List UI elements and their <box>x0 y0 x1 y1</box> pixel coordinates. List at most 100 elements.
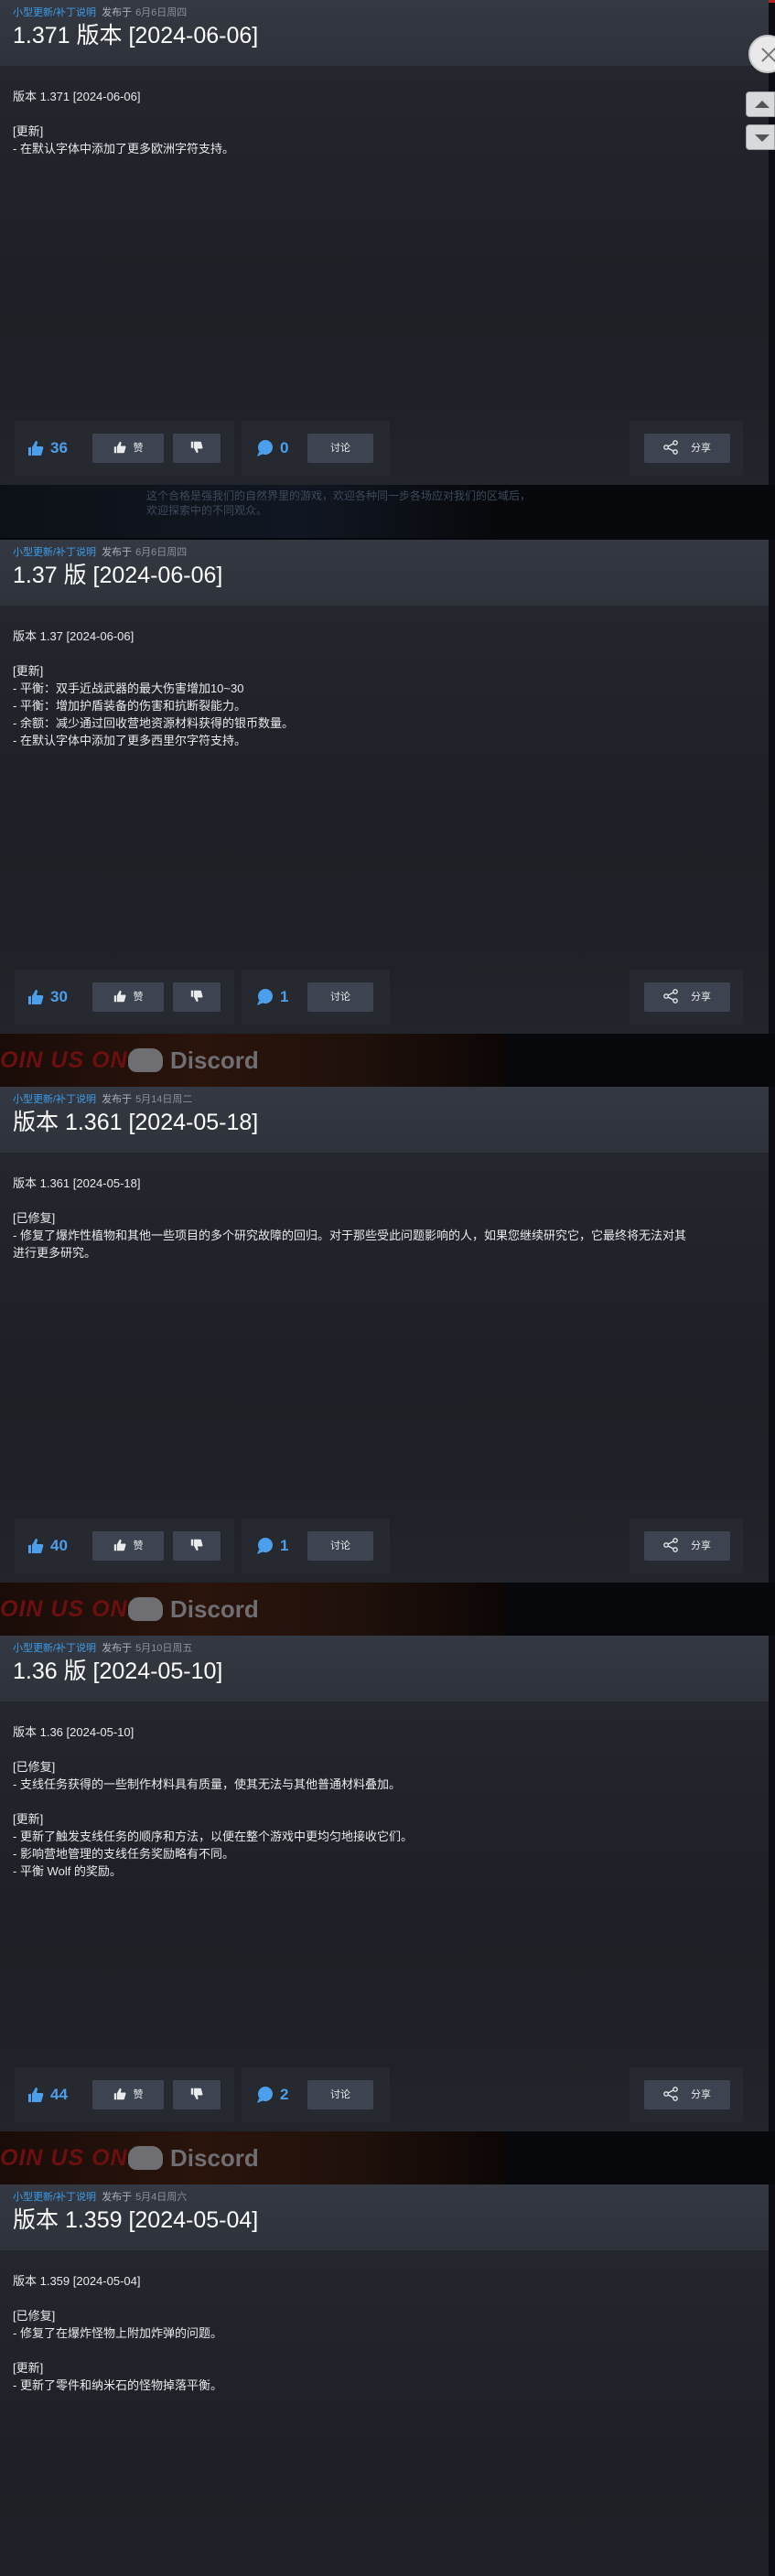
body-line: 版本 1.359 [2024-05-04] <box>13 2274 141 2288</box>
share-icon <box>663 1538 678 1552</box>
post-body: 版本 1.371 [2024-06-06] [更新] - 在默认字体中添加了更多… <box>0 66 769 404</box>
discord-banner[interactable]: OIN US ON Discord <box>0 1034 775 1087</box>
share-icon <box>663 2087 678 2101</box>
share-icon <box>663 989 678 1004</box>
thumbs-up-icon <box>113 2088 126 2100</box>
like-button[interactable]: 赞 <box>92 982 164 1012</box>
like-button[interactable]: 赞 <box>92 2080 164 2109</box>
discuss-button[interactable]: 讨论 <box>307 1531 373 1561</box>
thumbs-down-icon <box>190 990 203 1003</box>
body-line: 版本 1.36 [2024-05-10] <box>13 1725 135 1739</box>
published-label: 发布于 <box>102 2192 133 2203</box>
share-panel: 分享 <box>630 970 743 1025</box>
post-actions: 30 赞 1 讨论 分享 <box>0 946 769 1034</box>
scroll-up-icon[interactable] <box>746 91 775 117</box>
vote-panel: 40 赞 <box>15 1519 234 1573</box>
scroll-down-icon[interactable] <box>746 124 775 150</box>
post-body: 版本 1.36 [2024-05-10] [已修复] - 支线任务获得的一些制作… <box>0 1701 769 2040</box>
discord-icon <box>128 2146 163 2171</box>
share-button[interactable]: 分享 <box>644 2080 730 2109</box>
join-text: OIN US ON <box>0 2145 128 2171</box>
post-date: 5月10日周五 <box>135 1643 193 1654</box>
post-title[interactable]: 版本 1.359 [2024-05-04] <box>13 2206 756 2234</box>
share-label: 分享 <box>691 992 711 1003</box>
like-label: 赞 <box>133 1540 144 1551</box>
post-meta: 小型更新/补丁说明 发布于 6月6日周四 <box>13 545 756 560</box>
share-label: 分享 <box>691 2089 711 2100</box>
discord-label: Discord <box>170 1046 259 1074</box>
body-line: - 在默认字体中添加了更多西里尔字符支持。 <box>13 734 246 747</box>
published-label: 发布于 <box>102 1643 133 1654</box>
published-label: 发布于 <box>102 1094 133 1105</box>
thumbs-down-icon <box>190 2088 203 2100</box>
announcement-card: 小型更新/补丁说明 发布于 6月6日周四 1.37 版 [2024-06-06] 版… <box>0 540 769 1034</box>
discuss-button[interactable]: 讨论 <box>307 2080 373 2109</box>
between-strip: 这个合格是强我们的自然界里的游戏，欢迎各种同一步各场应对我们的区域后， 欢迎探索… <box>0 485 775 540</box>
post-title[interactable]: 1.371 版本 [2024-06-06] <box>13 22 756 49</box>
discord-icon <box>128 1597 163 1622</box>
like-button[interactable]: 赞 <box>92 1531 164 1561</box>
thumbs-up-icon <box>28 2088 44 2102</box>
post-category-link[interactable]: 小型更新/补丁说明 <box>13 1094 96 1105</box>
announcement-card: 小型更新/补丁说明 发布于 6月6日周四 1.371 版本 [2024-06-06]… <box>0 0 769 485</box>
post-title[interactable]: 版本 1.361 [2024-05-18] <box>13 1109 756 1136</box>
like-count: 36 <box>50 439 68 456</box>
post-title[interactable]: 1.36 版 [2024-05-10] <box>13 1658 756 1685</box>
body-line: - 更新了零件和纳米石的怪物掉落平衡。 <box>13 2378 222 2392</box>
discord-banner[interactable]: OIN US ON Discord <box>0 2131 775 2184</box>
like-count: 44 <box>50 2086 68 2103</box>
post-date: 5月4日周六 <box>135 2192 188 2203</box>
post-meta: 小型更新/补丁说明 发布于 5月10日周五 <box>13 1641 756 1656</box>
dislike-button[interactable] <box>173 434 221 463</box>
discuss-button[interactable]: 讨论 <box>307 982 373 1012</box>
share-button[interactable]: 分享 <box>644 982 730 1012</box>
dislike-button[interactable] <box>173 1531 221 1561</box>
thumbs-up-icon <box>28 1539 44 1553</box>
post-actions: 36 赞 0 讨论 分享 <box>0 397 769 485</box>
post-meta: 小型更新/补丁说明 发布于 6月6日周四 <box>13 5 756 20</box>
card-header: 小型更新/补丁说明 发布于 6月6日周四 1.371 版本 [2024-06-06] <box>0 0 769 66</box>
post-actions: 40 赞 1 讨论 分享 <box>0 1495 769 1583</box>
post-meta: 小型更新/补丁说明 发布于 5月4日周六 <box>13 2190 756 2205</box>
like-count: 40 <box>50 1537 68 1554</box>
published-label: 发布于 <box>102 7 133 18</box>
share-panel: 分享 <box>630 421 743 476</box>
thumbs-down-icon <box>190 441 203 454</box>
share-button[interactable]: 分享 <box>644 434 730 463</box>
body-line: 版本 1.361 [2024-05-18] <box>13 1176 141 1190</box>
discord-label: Discord <box>170 1595 259 1623</box>
like-count: 30 <box>50 988 68 1005</box>
body-line: - 平衡：双手近战武器的最大伤害增加10~30 <box>13 682 244 695</box>
share-icon <box>663 440 678 455</box>
discord-logo-text: Discord <box>128 2144 259 2172</box>
chat-bubble-icon <box>257 440 273 456</box>
thumbs-up-icon <box>28 441 44 456</box>
discuss-button[interactable]: 讨论 <box>307 434 373 463</box>
discussion-panel: 1 讨论 <box>242 1519 390 1573</box>
post-date: 6月6日周四 <box>135 547 188 558</box>
body-line: [更新] <box>13 2361 44 2375</box>
body-line: 进行更多研究。 <box>13 1246 97 1260</box>
share-button[interactable]: 分享 <box>644 1531 730 1561</box>
like-button[interactable]: 赞 <box>92 434 164 463</box>
post-category-link[interactable]: 小型更新/补丁说明 <box>13 7 96 18</box>
discord-label: Discord <box>170 2144 259 2172</box>
post-body: 版本 1.359 [2024-05-04] [已修复] - 修复了在爆炸怪物上附… <box>0 2250 769 2576</box>
discord-banner[interactable]: OIN US ON Discord <box>0 1583 775 1636</box>
card-header: 小型更新/补丁说明 发布于 5月10日周五 1.36 版 [2024-05-10] <box>0 1636 769 1701</box>
share-panel: 分享 <box>630 2067 743 2122</box>
body-line: [更新] <box>13 1812 44 1826</box>
dislike-button[interactable] <box>173 982 221 1012</box>
chat-bubble-icon <box>257 2087 273 2103</box>
body-line: - 支线任务获得的一些制作材料具有质量，使其无法与其他普通材料叠加。 <box>13 1777 401 1791</box>
body-line: - 修复了在爆炸怪物上附加炸弹的问题。 <box>13 2326 222 2340</box>
post-title[interactable]: 1.37 版 [2024-06-06] <box>13 562 756 589</box>
chat-bubble-icon <box>257 989 273 1005</box>
post-category-link[interactable]: 小型更新/补丁说明 <box>13 547 96 558</box>
comment-count: 0 <box>280 439 289 456</box>
post-category-link[interactable]: 小型更新/补丁说明 <box>13 2192 96 2203</box>
post-category-link[interactable]: 小型更新/补丁说明 <box>13 1643 96 1654</box>
dislike-button[interactable] <box>173 2080 221 2109</box>
discord-logo-text: Discord <box>128 1046 259 1074</box>
like-label: 赞 <box>133 443 144 454</box>
